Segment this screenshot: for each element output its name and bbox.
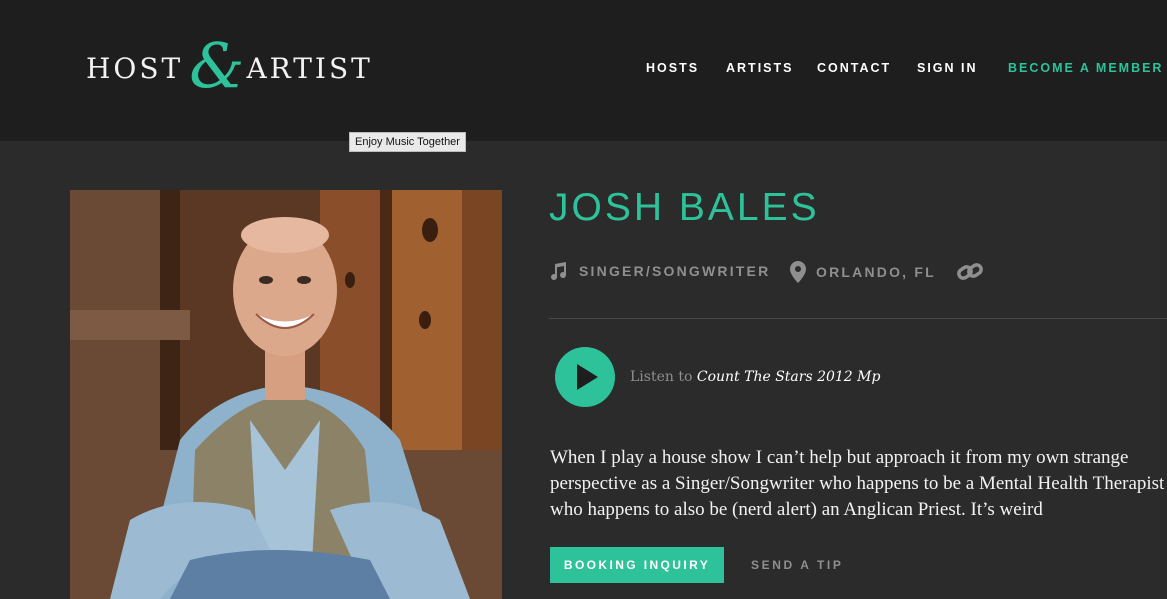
site-header: HOST & ARTIST HOSTS ARTISTS CONTACT SIGN… — [0, 0, 1167, 141]
artist-name: JOSH BALES — [549, 186, 820, 229]
link-icon[interactable] — [957, 261, 983, 283]
play-button[interactable] — [555, 347, 615, 407]
nav-contact[interactable]: CONTACT — [817, 61, 891, 75]
artist-photo — [70, 190, 502, 599]
nav-become-member[interactable]: BECOME A MEMBER — [1008, 61, 1163, 75]
music-note-icon — [549, 261, 569, 281]
nav-artists[interactable]: ARTISTS — [726, 61, 793, 75]
logo-ampersand: & — [189, 29, 245, 102]
logo-word-host: HOST — [86, 51, 184, 85]
genre: SINGER/SONGWRITER — [549, 261, 770, 281]
divider — [549, 318, 1167, 319]
nav-hosts[interactable]: HOSTS — [646, 61, 699, 75]
play-icon — [577, 364, 598, 390]
logo-tooltip: Enjoy Music Together — [349, 132, 466, 152]
booking-inquiry-button[interactable]: BOOKING INQUIRY — [550, 547, 724, 583]
listen-prefix: Listen to — [630, 369, 693, 385]
nav-sign-in[interactable]: SIGN IN — [917, 61, 978, 75]
artist-bio: When I play a house show I can’t help bu… — [550, 447, 1165, 520]
location: ORLANDO, FL — [790, 261, 936, 283]
track-title[interactable]: Count The Stars 2012 Mp — [697, 369, 881, 385]
location-pin-icon — [790, 261, 806, 283]
logo-word-artist: ARTIST — [246, 51, 373, 85]
genre-label: SINGER/SONGWRITER — [579, 263, 771, 279]
listen-label: Listen to Count The Stars 2012 Mp — [630, 369, 880, 385]
location-label: ORLANDO, FL — [816, 264, 936, 280]
send-tip-link[interactable]: SEND A TIP — [751, 558, 843, 572]
site-logo[interactable]: HOST & ARTIST — [86, 29, 373, 102]
